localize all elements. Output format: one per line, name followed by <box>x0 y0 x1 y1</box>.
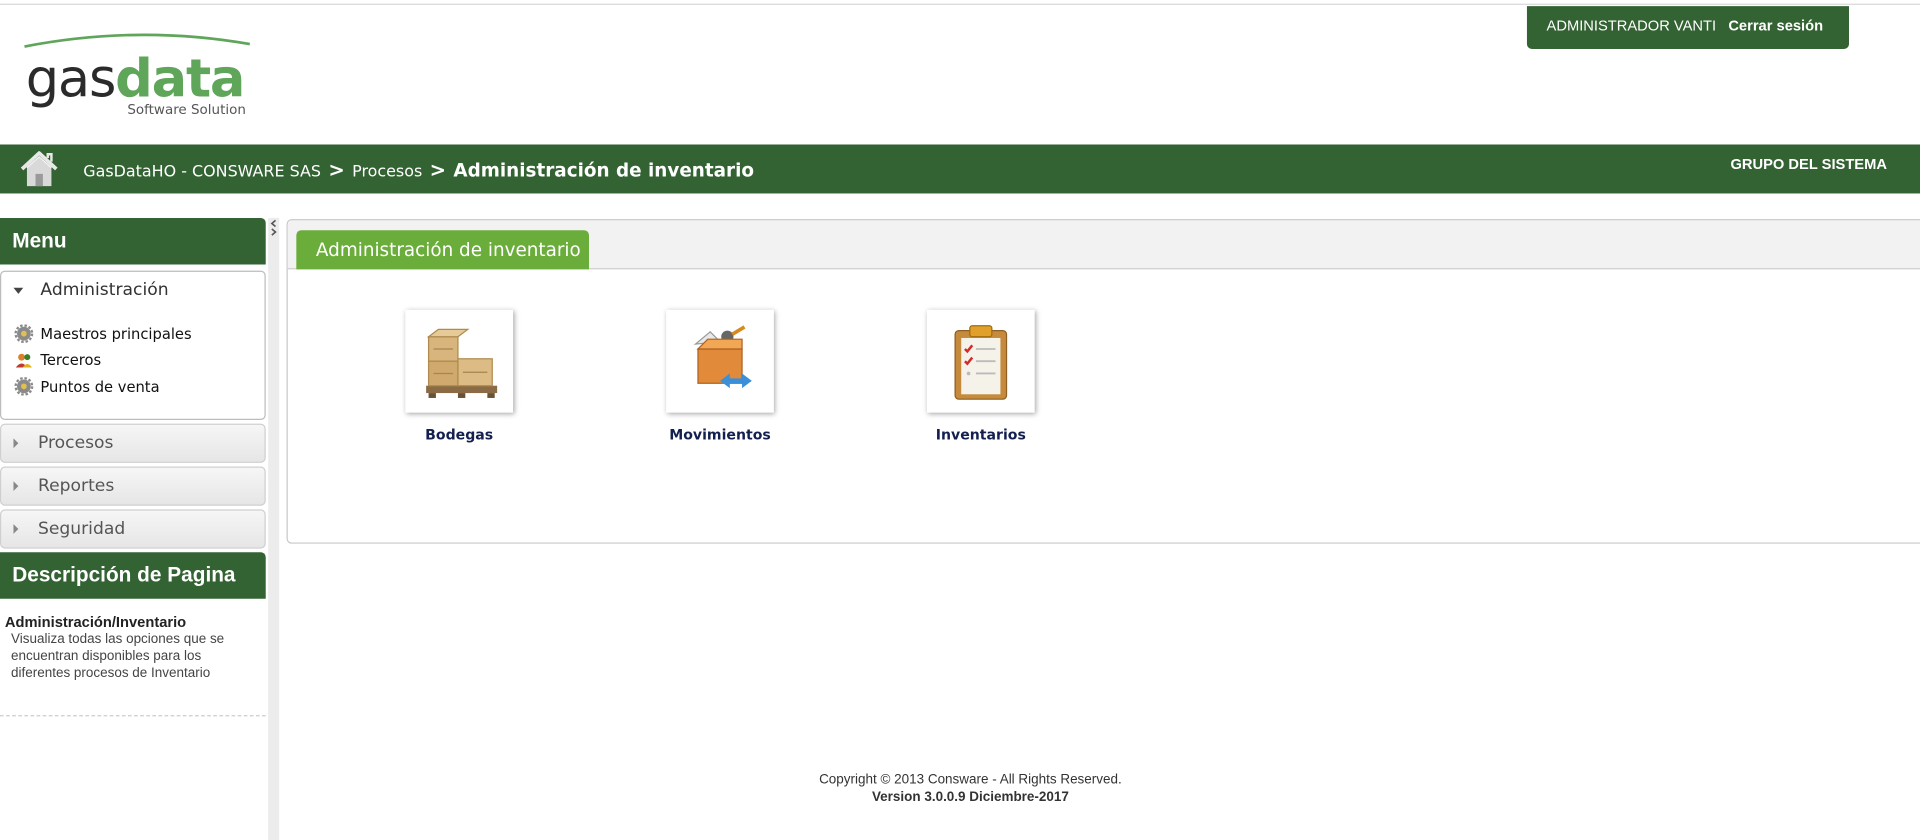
gear-icon <box>14 377 34 396</box>
breadcrumb-bar: GasDataHO - CONSWARE SAS > Procesos > Ad… <box>0 144 1920 194</box>
menu-header: Menu <box>0 217 266 265</box>
accordion-label: Administración <box>40 280 169 301</box>
caret-right-icon <box>13 524 19 534</box>
caret-right-icon <box>13 438 19 449</box>
tile-icon-frame <box>405 309 514 413</box>
gear-icon <box>14 324 34 344</box>
accordion-procesos[interactable]: Procesos <box>0 423 266 463</box>
people-icon <box>15 353 32 368</box>
breadcrumb-separator: > <box>328 157 345 182</box>
version-text: Version 3.0.0.9 Diciembre-2017 <box>871 789 1069 805</box>
boxes-pallet-icon <box>426 328 498 398</box>
submenu-label: Puntos de venta <box>40 378 160 396</box>
system-group-label: GRUPO DEL SISTEMA <box>1730 155 1887 173</box>
tile-movimientos[interactable]: Movimientos <box>659 309 781 444</box>
home-icon[interactable] <box>18 148 60 190</box>
accordion-label: Reportes <box>37 476 115 496</box>
caret-down-icon <box>13 287 24 294</box>
tile-inventarios[interactable]: Inventarios <box>920 309 1042 444</box>
breadcrumb-separator: > <box>429 157 447 182</box>
logo-tagline: Software Solution <box>127 101 246 118</box>
main-panel: Administración de inventario Bodegas Mov… <box>286 219 1920 544</box>
page-description: Administración/Inventario Visualiza toda… <box>0 599 266 717</box>
submenu-item-maestros[interactable]: Maestros principales <box>13 321 264 347</box>
tab-administracion-inventario[interactable]: Administración de inventario <box>296 230 589 270</box>
clipboard-checklist-icon <box>954 325 1008 400</box>
caret-right-icon <box>13 481 19 492</box>
gasdata-logo: gasdata Software Solution <box>22 29 267 127</box>
accordion-reportes[interactable]: Reportes <box>0 466 266 506</box>
user-name: ADMINISTRADOR VANTI <box>1546 17 1717 35</box>
submenu-label: Maestros principales <box>40 325 192 343</box>
accordion-header-administracion[interactable]: Administración <box>1 272 264 309</box>
collapse-sidebar-icon[interactable] <box>269 218 278 238</box>
description-heading: Administración/Inventario <box>4 613 187 631</box>
accordion-seguridad[interactable]: Seguridad <box>0 509 266 549</box>
tile-bodegas[interactable]: Bodegas <box>398 309 520 444</box>
breadcrumb-item-company[interactable]: GasDataHO - CONSWARE SAS <box>83 163 321 181</box>
accordion-administracion: Administración Maestros principales Terc… <box>0 270 266 421</box>
tile-icon-frame <box>926 309 1035 413</box>
sidebar: Menu Administración Maestros principales <box>0 217 266 717</box>
top-divider <box>0 3 1920 5</box>
breadcrumb: GasDataHO - CONSWARE SAS > Procesos > Ad… <box>83 158 754 181</box>
copyright-text: Copyright © 2013 Consware - All Rights R… <box>819 772 1122 788</box>
logo-word-gas: gas <box>25 48 117 111</box>
accordion-label: Seguridad <box>37 519 126 539</box>
footer: Copyright © 2013 Consware - All Rights R… <box>784 771 1157 805</box>
sidebar-splitter[interactable] <box>268 217 280 840</box>
tile-label: Movimientos <box>669 426 771 444</box>
logout-link[interactable]: Cerrar sesión <box>1728 17 1823 34</box>
tile-icon-frame <box>666 309 774 413</box>
breadcrumb-item-procesos[interactable]: Procesos <box>352 163 422 181</box>
tile-label: Bodegas <box>425 426 494 444</box>
submenu-item-terceros[interactable]: Terceros <box>13 347 264 373</box>
description-text: Visualiza todas las opciones que se encu… <box>11 631 225 681</box>
submenu-list: Maestros principales Terceros Puntos de … <box>1 309 264 400</box>
breadcrumb-current: Administración de inventario <box>453 159 755 182</box>
accordion-label: Procesos <box>37 433 114 454</box>
user-bar: ADMINISTRADOR VANTI Cerrar sesión <box>1526 6 1849 49</box>
submenu-item-puntos-de-venta[interactable]: Puntos de venta <box>13 373 264 399</box>
tile-label: Inventarios <box>935 426 1026 444</box>
box-transfer-icon <box>693 325 752 389</box>
tab-strip: Administración de inventario <box>287 220 1920 270</box>
submenu-label: Terceros <box>40 351 102 369</box>
description-header: Descripción de Pagina <box>0 552 266 599</box>
